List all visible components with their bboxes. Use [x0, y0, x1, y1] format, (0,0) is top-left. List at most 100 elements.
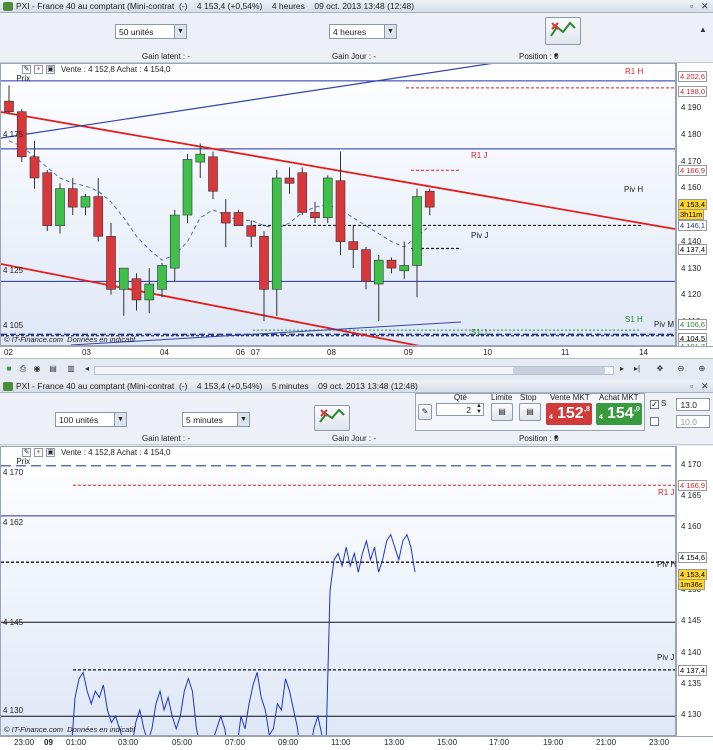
candle-body	[424, 190, 435, 208]
bottom-units-select[interactable]: 100 unités ▼	[55, 412, 127, 427]
candle-body	[182, 159, 193, 216]
top-left-label-2: 4 105	[3, 321, 24, 330]
bottom-watermark: © IT-Finance.com Données en indicatif	[4, 725, 136, 734]
limit-order-button[interactable]: ▤	[491, 403, 513, 421]
minimize-icon[interactable]: ▫	[690, 1, 693, 11]
bottom-price-chart[interactable]: Prix ✎ + ▣ Vente : 4 152,8 Achat : 4 154…	[0, 446, 676, 736]
top-watermark: © IT-Finance.com Données en indicatif	[4, 335, 136, 344]
qty-input[interactable]: 2 ▲ ▼	[436, 403, 484, 416]
candle-body	[220, 212, 231, 224]
scroll-left-icon[interactable]: ◂	[82, 364, 92, 374]
candle-body	[208, 156, 218, 192]
sell-label: Vente MKT	[550, 393, 590, 402]
x-tick-label: 09:00	[278, 738, 299, 747]
top-x-axis[interactable]: 02 03 04 06 07 08 09 10 11 14	[0, 346, 713, 358]
top-interval-select[interactable]: 4 heures ▼	[329, 24, 397, 39]
sell-market-button[interactable]: 4 152 ,8	[546, 403, 592, 425]
top-title-bar: PXI - France 40 au comptant (Mini-contra…	[0, 0, 713, 13]
candle-body	[67, 188, 78, 208]
l-value-input[interactable]: 10.0	[676, 415, 710, 428]
x-tick-label: 03	[82, 348, 91, 357]
candle-body	[412, 196, 422, 266]
chart-icon[interactable]: ▥	[66, 364, 76, 374]
stop-label: Stop	[520, 393, 537, 402]
stop-order-button[interactable]: ▤	[519, 403, 541, 421]
scroll-right-icon[interactable]: ▸	[617, 364, 627, 374]
top-chart-type-button[interactable]	[545, 17, 581, 45]
y-tag-pivh: 4 146,1	[678, 220, 708, 232]
x-tick-label: 07	[251, 348, 260, 357]
close-icon[interactable]: ✕	[701, 381, 709, 392]
bottom-chart-window: PXI - France 40 au comptant (Mini-contra…	[0, 380, 713, 750]
x-tick-label: 13:00	[384, 738, 405, 747]
l-value: 10.0	[680, 417, 697, 427]
top-s1j-label: S1 J	[471, 328, 488, 337]
y-tick-label: 4 160	[681, 183, 702, 193]
candle-body	[4, 100, 14, 113]
buy-market-button[interactable]: 4 154 ,0	[596, 403, 642, 425]
top-units-select[interactable]: 50 unités ▼	[115, 24, 187, 39]
x-tick-label: 06	[236, 348, 245, 357]
s-value-input[interactable]: 13.0	[676, 398, 710, 411]
spinner-icon[interactable]: ▲ ▼	[476, 403, 482, 415]
bottom-r1j-label: R1 J	[658, 488, 675, 497]
bottom-chart-type-button[interactable]	[314, 405, 350, 431]
top-y-axis[interactable]: 4 1904 1804 1704 1604 1504 1404 1304 120…	[676, 63, 713, 353]
y-tick-label: 4 170	[681, 459, 702, 469]
x-tick-label: 14	[639, 348, 648, 357]
chevron-down-icon: ▼	[114, 413, 126, 426]
y-tag-s1: 4 106,6	[678, 319, 708, 331]
camera-icon[interactable]: ◉	[32, 364, 42, 374]
wrench-icon[interactable]: ✎	[418, 404, 432, 420]
bottom-x-axis[interactable]: 23:00 09 01:00 03:00 05:00 07:00 09:00 11:00 13:…	[0, 736, 713, 750]
limit-label: Limite	[491, 393, 513, 402]
zoom-out-icon[interactable]: ⊖	[676, 364, 686, 374]
price-line	[71, 533, 416, 735]
top-r1j-label: R1 J	[471, 151, 488, 160]
bottom-y-axis[interactable]: 4 1704 1654 1604 1504 1454 1404 1354 130…	[676, 446, 713, 736]
top-gain-jour: Gain Jour : -	[332, 52, 377, 61]
s-value: 13.0	[680, 400, 697, 410]
jump-end-icon[interactable]: ▸|	[632, 364, 642, 374]
stop-checkbox[interactable]: ✓	[650, 400, 659, 409]
y-tick-label: 4 145	[681, 616, 702, 626]
buy-price-prefix: 4	[599, 414, 603, 421]
y-tick-label: 4 190	[681, 103, 702, 113]
candle-body	[246, 225, 257, 237]
candle-body	[233, 212, 244, 227]
top-left-label-0: 4 175	[3, 130, 24, 139]
x-tick-label: 17:00	[489, 738, 510, 747]
chevron-down-icon: ▼	[237, 413, 249, 426]
scroll-thumb[interactable]	[513, 367, 605, 374]
dropdown-icon[interactable]: ▾	[554, 51, 558, 60]
pxi-icon[interactable]: ■	[4, 364, 14, 374]
minimize-icon[interactable]: ▫	[690, 381, 693, 391]
buy-label: Achat MKT	[599, 393, 639, 402]
y-tick-label: 4 130	[681, 263, 702, 273]
channel-lower-line	[1, 263, 420, 345]
close-icon[interactable]: ✕	[701, 1, 709, 12]
x-tick-label: 11:00	[331, 738, 351, 747]
candle-body	[118, 267, 129, 290]
app-icon	[3, 2, 13, 11]
x-tick-label: 01:00	[66, 738, 87, 747]
candle-body	[55, 188, 65, 227]
print-icon[interactable]: ⎙	[18, 364, 28, 374]
sell-price-decimal: ,8	[584, 406, 590, 413]
top-pivh-label: Piv H	[624, 185, 644, 194]
y-tick-label: 4 120	[681, 290, 702, 300]
dropdown-icon[interactable]: ▾	[554, 433, 558, 442]
limit-checkbox[interactable]	[650, 417, 659, 426]
top-pivm-label: Piv M	[654, 320, 674, 329]
chart-tools-icon	[550, 21, 576, 37]
horizontal-scrollbar[interactable]	[94, 366, 614, 375]
bottom-info-bar: Gain latent : - Gain Jour : - Position :…	[0, 433, 713, 445]
x-tick-label: 23:00	[649, 738, 670, 747]
bottom-interval-select[interactable]: 5 minutes ▼	[182, 412, 250, 427]
top-chart-window: PXI - France 40 au comptant (Mini-contra…	[0, 0, 713, 380]
zoom-fit-icon[interactable]: ✥	[655, 364, 665, 374]
top-price-chart[interactable]: Prix ✎ + ▣ Vente : 4 152,8 Achat : 4 154…	[0, 63, 676, 346]
zoom-in-icon[interactable]: ⊕	[697, 364, 707, 374]
window-icon[interactable]: ▤	[48, 364, 58, 374]
scroll-up-icon[interactable]: ▲	[698, 25, 708, 35]
